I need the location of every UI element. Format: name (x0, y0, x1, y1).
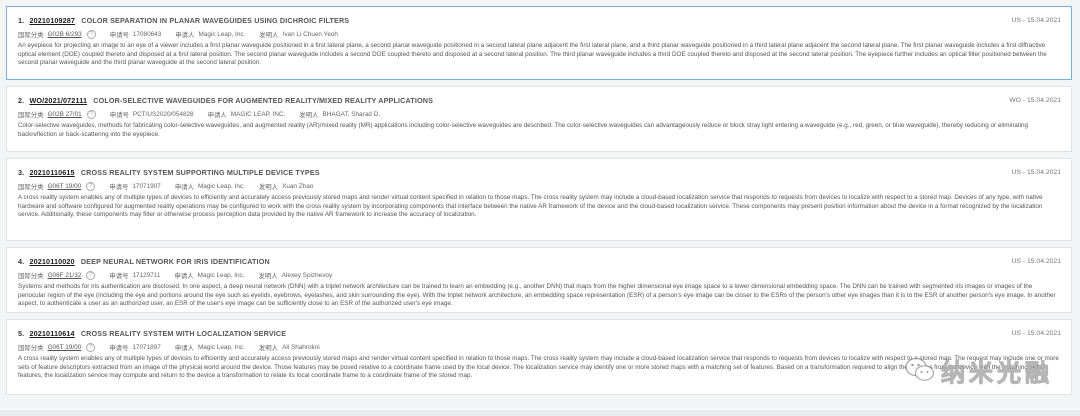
application-number: PCT/US2020/054828 (132, 110, 194, 118)
publication-number-link[interactable]: 20210110020 (29, 257, 74, 266)
applicant-name: Magic Leap, Inc. (198, 30, 246, 38)
ipc-link[interactable]: G06T 19/00 (48, 183, 82, 190)
app-no-label: 申请号 (109, 31, 129, 39)
inventor-label: 发明人 (258, 272, 278, 280)
help-icon[interactable]: ? (86, 342, 96, 352)
result-meta: 国际分类 G02B 6/293 ? 申请号 17080643 申请人 Magic… (18, 28, 1061, 40)
result-title-line: 4. 20210110020 DEEP NEURAL NETWORK FOR I… (18, 257, 270, 266)
result-card[interactable]: 1. 20210109287 COLOR SEPARATION IN PLANA… (6, 6, 1072, 80)
inventor-label: 发明人 (299, 111, 319, 119)
applicant-label: 申请人 (207, 111, 227, 119)
result-title[interactable]: DEEP NEURAL NETWORK FOR IRIS IDENTIFICAT… (81, 257, 270, 266)
app-no-label: 申请号 (109, 344, 129, 352)
ipc-link[interactable]: G02B 6/293 (48, 31, 82, 38)
result-title-line: 2. WO/2021/072111 COLOR-SELECTIVE WAVEGU… (18, 96, 433, 105)
result-header: 5. 20210110614 CROSS REALITY SYSTEM WITH… (18, 327, 1061, 340)
result-card[interactable]: 5. 20210110614 CROSS REALITY SYSTEM WITH… (6, 319, 1072, 395)
bottom-strip (0, 410, 1080, 416)
result-header: 3. 20210110615 CROSS REALITY SYSTEM SUPP… (18, 166, 1061, 179)
result-title[interactable]: COLOR-SELECTIVE WAVEGUIDES FOR AUGMENTED… (93, 96, 433, 105)
result-meta: 国际分类 G02B 27/01 ? 申请号 PCT/US2020/054828 … (18, 108, 1061, 120)
help-icon[interactable]: ? (86, 109, 96, 119)
applicant-label: 申请人 (174, 183, 194, 191)
result-meta: 国际分类 G06T 19/00 ? 申请号 17071907 申请人 Magic… (18, 180, 1061, 192)
publication-number-link[interactable]: WO/2021/072111 (29, 96, 87, 105)
results-list: 1. 20210109287 COLOR SEPARATION IN PLANA… (6, 6, 1072, 401)
result-meta: 国际分类 G06F 21/32 ? 申请号 17129711 申请人 Magic… (18, 269, 1061, 281)
result-card[interactable]: 3. 20210110615 CROSS REALITY SYSTEM SUPP… (6, 158, 1072, 241)
ipc-label: 国际分类 (18, 31, 44, 39)
result-title[interactable]: CROSS REALITY SYSTEM SUPPORTING MULTIPLE… (81, 168, 320, 177)
office-date: US - 15.04.2021 (1011, 17, 1062, 24)
applicant-label: 申请人 (174, 272, 194, 280)
applicant-name: MAGIC LEAP, INC. (230, 110, 286, 118)
result-abstract: Color-selective waveguides, methods for … (18, 122, 1029, 138)
ipc-label: 国际分类 (18, 183, 44, 191)
inventor-label: 发明人 (259, 31, 279, 39)
ipc-link[interactable]: G02B 27/01 (48, 111, 82, 118)
office-date: US - 15.04.2021 (1011, 330, 1062, 337)
result-title[interactable]: CROSS REALITY SYSTEM WITH LOCALIZATION S… (81, 329, 286, 338)
help-icon[interactable]: ? (86, 270, 96, 280)
application-number: 17080643 (132, 30, 162, 38)
applicant-name: Magic Leap, Inc. (197, 271, 245, 279)
result-abstract: Systems and methods for iris authenticat… (18, 283, 1056, 308)
result-index: 4. (18, 257, 25, 266)
inventor-name: Alexey Spizhevoy (281, 271, 333, 279)
application-number: 17071907 (132, 182, 161, 190)
result-header: 2. WO/2021/072111 COLOR-SELECTIVE WAVEGU… (18, 94, 1061, 107)
inventor-name: Ivan Li Chuen Yeoh (282, 30, 338, 38)
office-date: US - 15.04.2021 (1011, 169, 1062, 176)
result-title-line: 5. 20210110614 CROSS REALITY SYSTEM WITH… (18, 329, 286, 338)
result-abstract: A cross reality system enables any of mu… (18, 194, 1043, 219)
result-card[interactable]: 2. WO/2021/072111 COLOR-SELECTIVE WAVEGU… (6, 86, 1072, 152)
result-title[interactable]: COLOR SEPARATION IN PLANAR WAVEGUIDES US… (81, 16, 349, 25)
applicant-name: Magic Leap, Inc. (197, 182, 245, 190)
inventor-label: 发明人 (258, 183, 279, 191)
ipc-link[interactable]: G06F 21/32 (48, 272, 82, 279)
result-abstract: An eyepiece for projecting an image to a… (18, 42, 1047, 67)
office-date: US - 15.04.2021 (1011, 258, 1062, 265)
result-abstract: A cross reality system enables any of mu… (18, 355, 1059, 380)
inventor-name: Ali Shahrokni (282, 343, 320, 351)
applicant-label: 申请人 (174, 344, 194, 352)
inventor-label: 发明人 (258, 344, 279, 352)
application-number: 17071897 (132, 343, 161, 351)
result-index: 2. (18, 96, 25, 105)
result-header: 4. 20210110020 DEEP NEURAL NETWORK FOR I… (18, 255, 1061, 268)
application-number: 17129711 (132, 271, 161, 279)
publication-number-link[interactable]: 20210109287 (29, 16, 75, 25)
result-card[interactable]: 4. 20210110020 DEEP NEURAL NETWORK FOR I… (6, 247, 1072, 313)
ipc-link[interactable]: G06T 19/00 (48, 344, 82, 351)
applicant-name: Magic Leap, Inc. (197, 343, 245, 351)
inventor-name: BHAGAT, Sharad D. (322, 110, 380, 118)
help-icon[interactable]: ? (86, 29, 96, 39)
ipc-label: 国际分类 (18, 111, 44, 119)
ipc-label: 国际分类 (18, 344, 44, 352)
app-no-label: 申请号 (109, 183, 129, 191)
result-title-line: 3. 20210110615 CROSS REALITY SYSTEM SUPP… (18, 168, 320, 177)
result-title-line: 1. 20210109287 COLOR SEPARATION IN PLANA… (18, 16, 349, 25)
app-no-label: 申请号 (109, 111, 129, 119)
publication-number-link[interactable]: 20210110614 (29, 329, 74, 338)
result-index: 1. (18, 16, 25, 25)
result-index: 5. (18, 329, 25, 338)
help-icon[interactable]: ? (86, 181, 96, 191)
ipc-label: 国际分类 (18, 272, 44, 280)
applicant-label: 申请人 (175, 31, 195, 39)
result-index: 3. (18, 168, 25, 177)
app-no-label: 申请号 (109, 272, 129, 280)
inventor-name: Xuan Zhao (282, 182, 314, 190)
result-meta: 国际分类 G06T 19/00 ? 申请号 17071897 申请人 Magic… (18, 341, 1061, 353)
publication-number-link[interactable]: 20210110615 (29, 168, 74, 177)
result-header: 1. 20210109287 COLOR SEPARATION IN PLANA… (18, 14, 1061, 27)
office-date: WO - 15.04.2021 (1009, 97, 1061, 104)
